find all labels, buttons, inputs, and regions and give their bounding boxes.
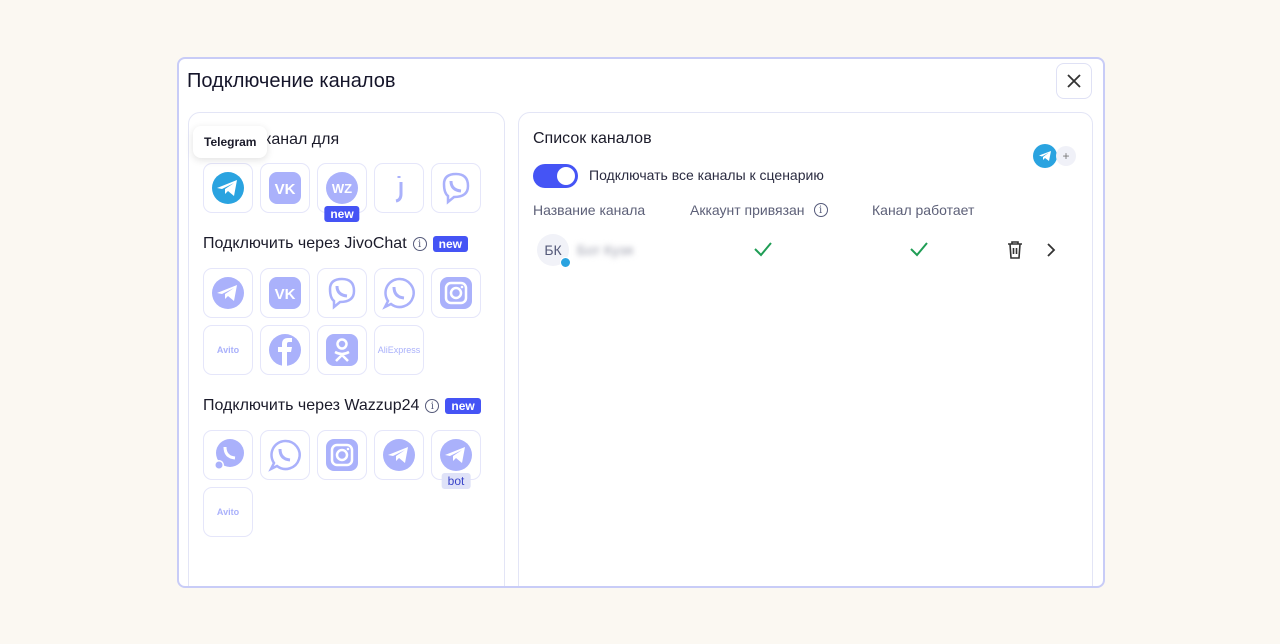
column-header-account: Аккаунт привязан i xyxy=(690,202,828,218)
wazzup-heading: Подключить через Wazzup24 i new xyxy=(203,397,481,415)
check-icon xyxy=(910,242,928,257)
j-icon xyxy=(395,176,403,203)
table-row[interactable]: БК Бот Кузя xyxy=(519,231,1094,271)
channel-name: Бот Кузя xyxy=(577,242,634,258)
whatsapp-icon xyxy=(382,277,415,310)
channel-tile-vk[interactable]: VK xyxy=(260,268,310,318)
channel-tile-facebook[interactable] xyxy=(260,325,310,375)
add-channel-button[interactable]: + xyxy=(1056,146,1076,166)
ok-icon xyxy=(326,334,358,366)
wazzup-heading-text: Подключить через Wazzup24 xyxy=(203,397,420,414)
channel-tile-instagram[interactable] xyxy=(431,268,481,318)
new-badge: new xyxy=(445,398,481,414)
tooltip: Telegram xyxy=(193,126,268,158)
channel-list-heading: Список каналов xyxy=(533,130,652,147)
channel-tile-aliexpress[interactable]: AliExpress xyxy=(374,325,424,375)
svg-text:VK: VK xyxy=(275,286,296,303)
channel-list-panel: Список каналов Подключать все каналы к с… xyxy=(518,112,1094,586)
wabiz-icon xyxy=(214,439,244,470)
whatsapp-icon xyxy=(268,439,301,472)
chevron-right-icon[interactable] xyxy=(1046,242,1056,258)
vk-icon: VK xyxy=(269,172,301,204)
info-icon[interactable]: i xyxy=(813,203,828,217)
telegram-icon xyxy=(440,439,472,471)
channel-tile-whatsapp[interactable] xyxy=(260,430,310,480)
vk-icon: VK xyxy=(269,277,301,309)
channel-tile-jivo[interactable] xyxy=(374,163,424,213)
trash-icon[interactable] xyxy=(1006,240,1024,260)
instagram-icon xyxy=(326,439,358,471)
channel-tile-telegram-bot[interactable]: bot xyxy=(431,430,481,489)
channel-tile-telegram[interactable] xyxy=(203,268,253,318)
info-icon[interactable]: i xyxy=(425,399,440,413)
channel-tile-instagram[interactable] xyxy=(317,430,367,480)
bot-badge: bot xyxy=(441,473,471,489)
channel-tile-vk[interactable]: VK xyxy=(260,163,310,213)
jivo-heading: Подключить через JivoChat i new xyxy=(203,235,468,253)
channel-tile-whatsapp-business[interactable] xyxy=(203,430,253,480)
channel-tile-whatsapp[interactable] xyxy=(374,268,424,318)
channel-tile-viber[interactable] xyxy=(431,163,481,213)
column-header-account-text: Аккаунт привязан xyxy=(690,202,805,218)
connect-channels-modal: Подключение каналов Telegram канал для П… xyxy=(177,57,1105,588)
instagram-icon xyxy=(440,277,472,309)
channel-tile-viber[interactable] xyxy=(317,268,367,318)
telegram-icon xyxy=(383,439,415,471)
channel-tile-wazzup[interactable]: WZ new xyxy=(317,163,367,222)
svg-text:VK: VK xyxy=(275,181,296,198)
direct-heading: канал для xyxy=(264,131,340,148)
new-badge: new xyxy=(324,206,360,222)
check-icon xyxy=(754,242,772,257)
close-button[interactable] xyxy=(1056,63,1092,99)
telegram-badge-icon xyxy=(560,257,571,268)
svg-text:WZ: WZ xyxy=(332,181,352,196)
avito-logo: Avito xyxy=(216,507,240,517)
wz-icon: WZ xyxy=(326,172,358,204)
channel-picker-panel: Telegram канал для Подключить через Jivo… xyxy=(188,112,505,586)
telegram-icon xyxy=(212,277,244,309)
channel-tile-avito[interactable]: Avito xyxy=(203,325,253,375)
avito-logo: Avito xyxy=(216,345,240,355)
close-icon xyxy=(1067,74,1081,88)
jivo-heading-text: Подключить через JivoChat xyxy=(203,235,407,252)
channel-tile-telegram[interactable] xyxy=(203,163,253,213)
channel-tile-odnoklassniki[interactable] xyxy=(317,325,367,375)
info-icon[interactable]: i xyxy=(412,237,427,251)
telegram-icon xyxy=(212,172,244,204)
channel-tile-telegram[interactable] xyxy=(374,430,424,480)
modal-title: Подключение каналов xyxy=(187,70,396,92)
column-header-working: Канал работает xyxy=(872,202,975,218)
facebook-icon xyxy=(269,334,301,366)
telegram-channel-icon xyxy=(1033,144,1057,168)
aliexpress-logo: AliExpress xyxy=(377,345,421,355)
channel-tile-avito[interactable]: Avito xyxy=(203,487,253,537)
viber-icon xyxy=(442,172,470,205)
column-header-name: Название канала xyxy=(533,202,646,218)
connect-all-toggle[interactable] xyxy=(533,164,578,188)
viber-icon xyxy=(328,277,356,310)
toggle-label: Подключать все каналы к сценарию xyxy=(589,167,824,183)
new-badge: new xyxy=(432,236,468,252)
